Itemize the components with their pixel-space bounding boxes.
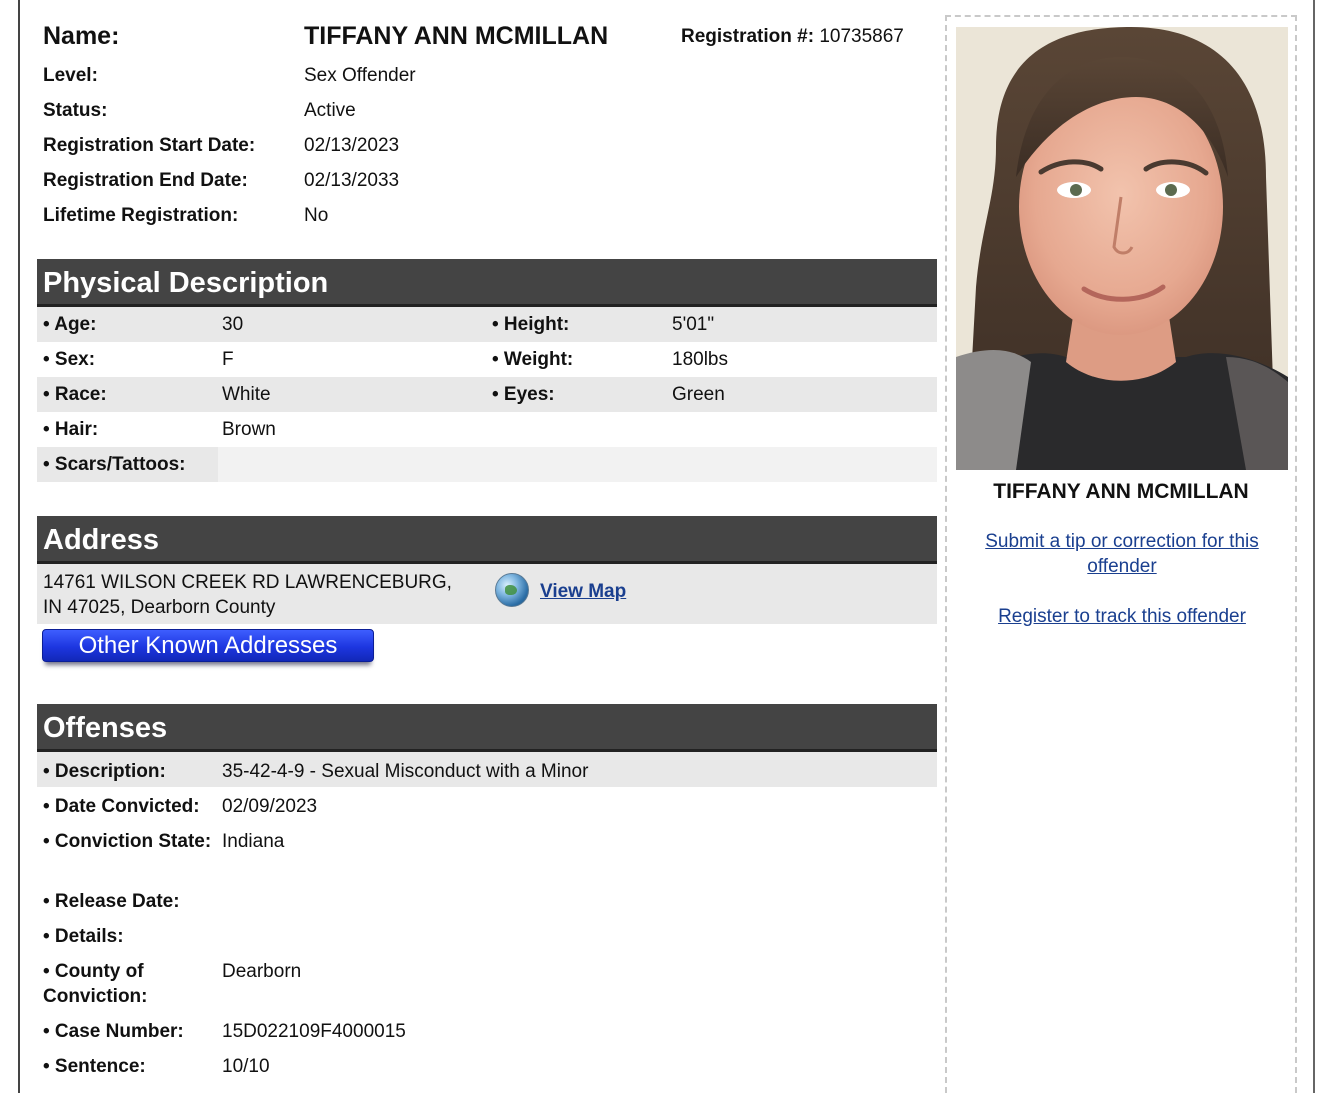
scars-tattoos-cell [218, 447, 937, 482]
info-row-start-date: Registration Start Date: 02/13/2023 [43, 135, 923, 170]
address-text: 14761 WILSON CREEK RD LAWRENCEBURG, IN 4… [43, 570, 452, 620]
info-value: 02/13/2033 [304, 170, 400, 191]
offenses-header: Offenses [37, 704, 937, 752]
physical-row: • Sex: F • Weight: 180lbs [37, 342, 937, 377]
physical-row: • Scars/Tattoos: [37, 447, 937, 482]
offense-row: • Case Number: 15D022109F4000015 [37, 1012, 937, 1047]
offense-row: • Date Convicted: 02/09/2023 [37, 787, 937, 822]
physical-value: 5'01" [672, 314, 715, 335]
info-label: Registration Start Date: [43, 135, 256, 156]
offense-row: • County of Conviction: Dearborn [37, 952, 937, 1012]
info-value: 02/13/2023 [304, 135, 400, 156]
physical-label: • Sex: [43, 349, 96, 370]
info-value: Sex Offender [304, 65, 416, 86]
physical-value: White [222, 384, 271, 405]
offense-row: • Sentence: 10/10 [37, 1047, 937, 1082]
name-label: Name: [43, 22, 120, 50]
physical-value: Green [672, 384, 725, 405]
physical-row: • Hair: Brown [37, 412, 937, 447]
offense-value: 10/10 [222, 1056, 270, 1077]
sidebar-offender-name: TIFFANY ANN MCMILLAN [993, 480, 1249, 503]
offense-label: • County of Conviction: [43, 961, 148, 1007]
physical-label: • Hair: [43, 419, 99, 440]
physical-value: 30 [222, 314, 244, 335]
offender-details: Name: TIFFANY ANN MCMILLAN Registration … [37, 0, 937, 1093]
address-box: 14761 WILSON CREEK RD LAWRENCEBURG, IN 4… [37, 564, 937, 624]
offense-label: • Release Date: [43, 891, 180, 912]
info-row-lifetime: Lifetime Registration: No [43, 205, 923, 240]
registration-number: Registration #: 10735867 [681, 26, 904, 48]
physical-label: • Height: [492, 314, 570, 335]
offense-value: 15D022109F4000015 [222, 1021, 406, 1042]
physical-label: • Eyes: [492, 384, 555, 405]
physical-label: • Weight: [492, 349, 574, 370]
offense-row: • Details: [37, 917, 937, 952]
info-label: Status: [43, 100, 108, 121]
physical-row: • Race: White • Eyes: Green [37, 377, 937, 412]
physical-label: • Scars/Tattoos: [43, 454, 186, 475]
registration-value: 10735867 [819, 26, 904, 47]
offense-row: • Release Date: [37, 882, 937, 917]
offender-photo [956, 27, 1288, 470]
physical-description-header: Physical Description [37, 259, 937, 307]
offense-value: 35-42-4-9 - Sexual Misconduct with a Min… [222, 761, 589, 782]
offense-label: • Details: [43, 926, 124, 947]
offense-value: 02/09/2023 [222, 796, 318, 817]
submit-tip-link[interactable]: Submit a tip or correction for this offe… [967, 529, 1277, 579]
offense-row: • Description: 35-42-4-9 - Sexual Miscon… [37, 752, 937, 787]
view-map-link[interactable]: View Map [540, 581, 626, 603]
info-label: Registration End Date: [43, 170, 248, 191]
info-row-end-date: Registration End Date: 02/13/2033 [43, 170, 923, 205]
left-border [0, 0, 20, 1093]
other-known-addresses-button[interactable]: Other Known Addresses [42, 629, 374, 662]
info-value: No [304, 205, 329, 226]
offender-sidebar: TIFFANY ANN MCMILLAN Submit a tip or cor… [945, 15, 1297, 1093]
offense-label: • Description: [43, 761, 166, 782]
info-label: Level: [43, 65, 98, 86]
offense-label: • Sentence: [43, 1056, 146, 1077]
offense-label: • Conviction State: [43, 831, 212, 852]
address-line-2: IN 47025, Dearborn County [43, 597, 276, 618]
offender-name: TIFFANY ANN MCMILLAN [304, 22, 609, 50]
physical-label: • Age: [43, 314, 97, 335]
physical-row: • Age: 30 • Height: 5'01" [37, 307, 937, 342]
photo-illustration [956, 27, 1288, 470]
info-label: Lifetime Registration: [43, 205, 239, 226]
address-line-1: 14761 WILSON CREEK RD LAWRENCEBURG, [43, 572, 452, 593]
right-border [1313, 0, 1320, 1093]
offense-value: Indiana [222, 831, 285, 852]
offense-row: • Conviction State: Indiana [37, 822, 937, 882]
globe-icon[interactable] [495, 573, 529, 607]
address-header: Address [37, 516, 937, 564]
offense-label: • Case Number: [43, 1021, 184, 1042]
physical-value: 180lbs [672, 349, 728, 370]
info-row-level: Level: Sex Offender [43, 65, 923, 100]
physical-label: • Race: [43, 384, 107, 405]
info-row-status: Status: Active [43, 100, 923, 135]
offense-label: • Date Convicted: [43, 796, 200, 817]
registration-label: Registration #: [681, 26, 815, 47]
offense-value: Dearborn [222, 961, 302, 982]
info-value: Active [304, 100, 356, 121]
physical-value: F [222, 349, 234, 370]
physical-value: Brown [222, 419, 276, 440]
register-track-link[interactable]: Register to track this offender [967, 604, 1277, 629]
